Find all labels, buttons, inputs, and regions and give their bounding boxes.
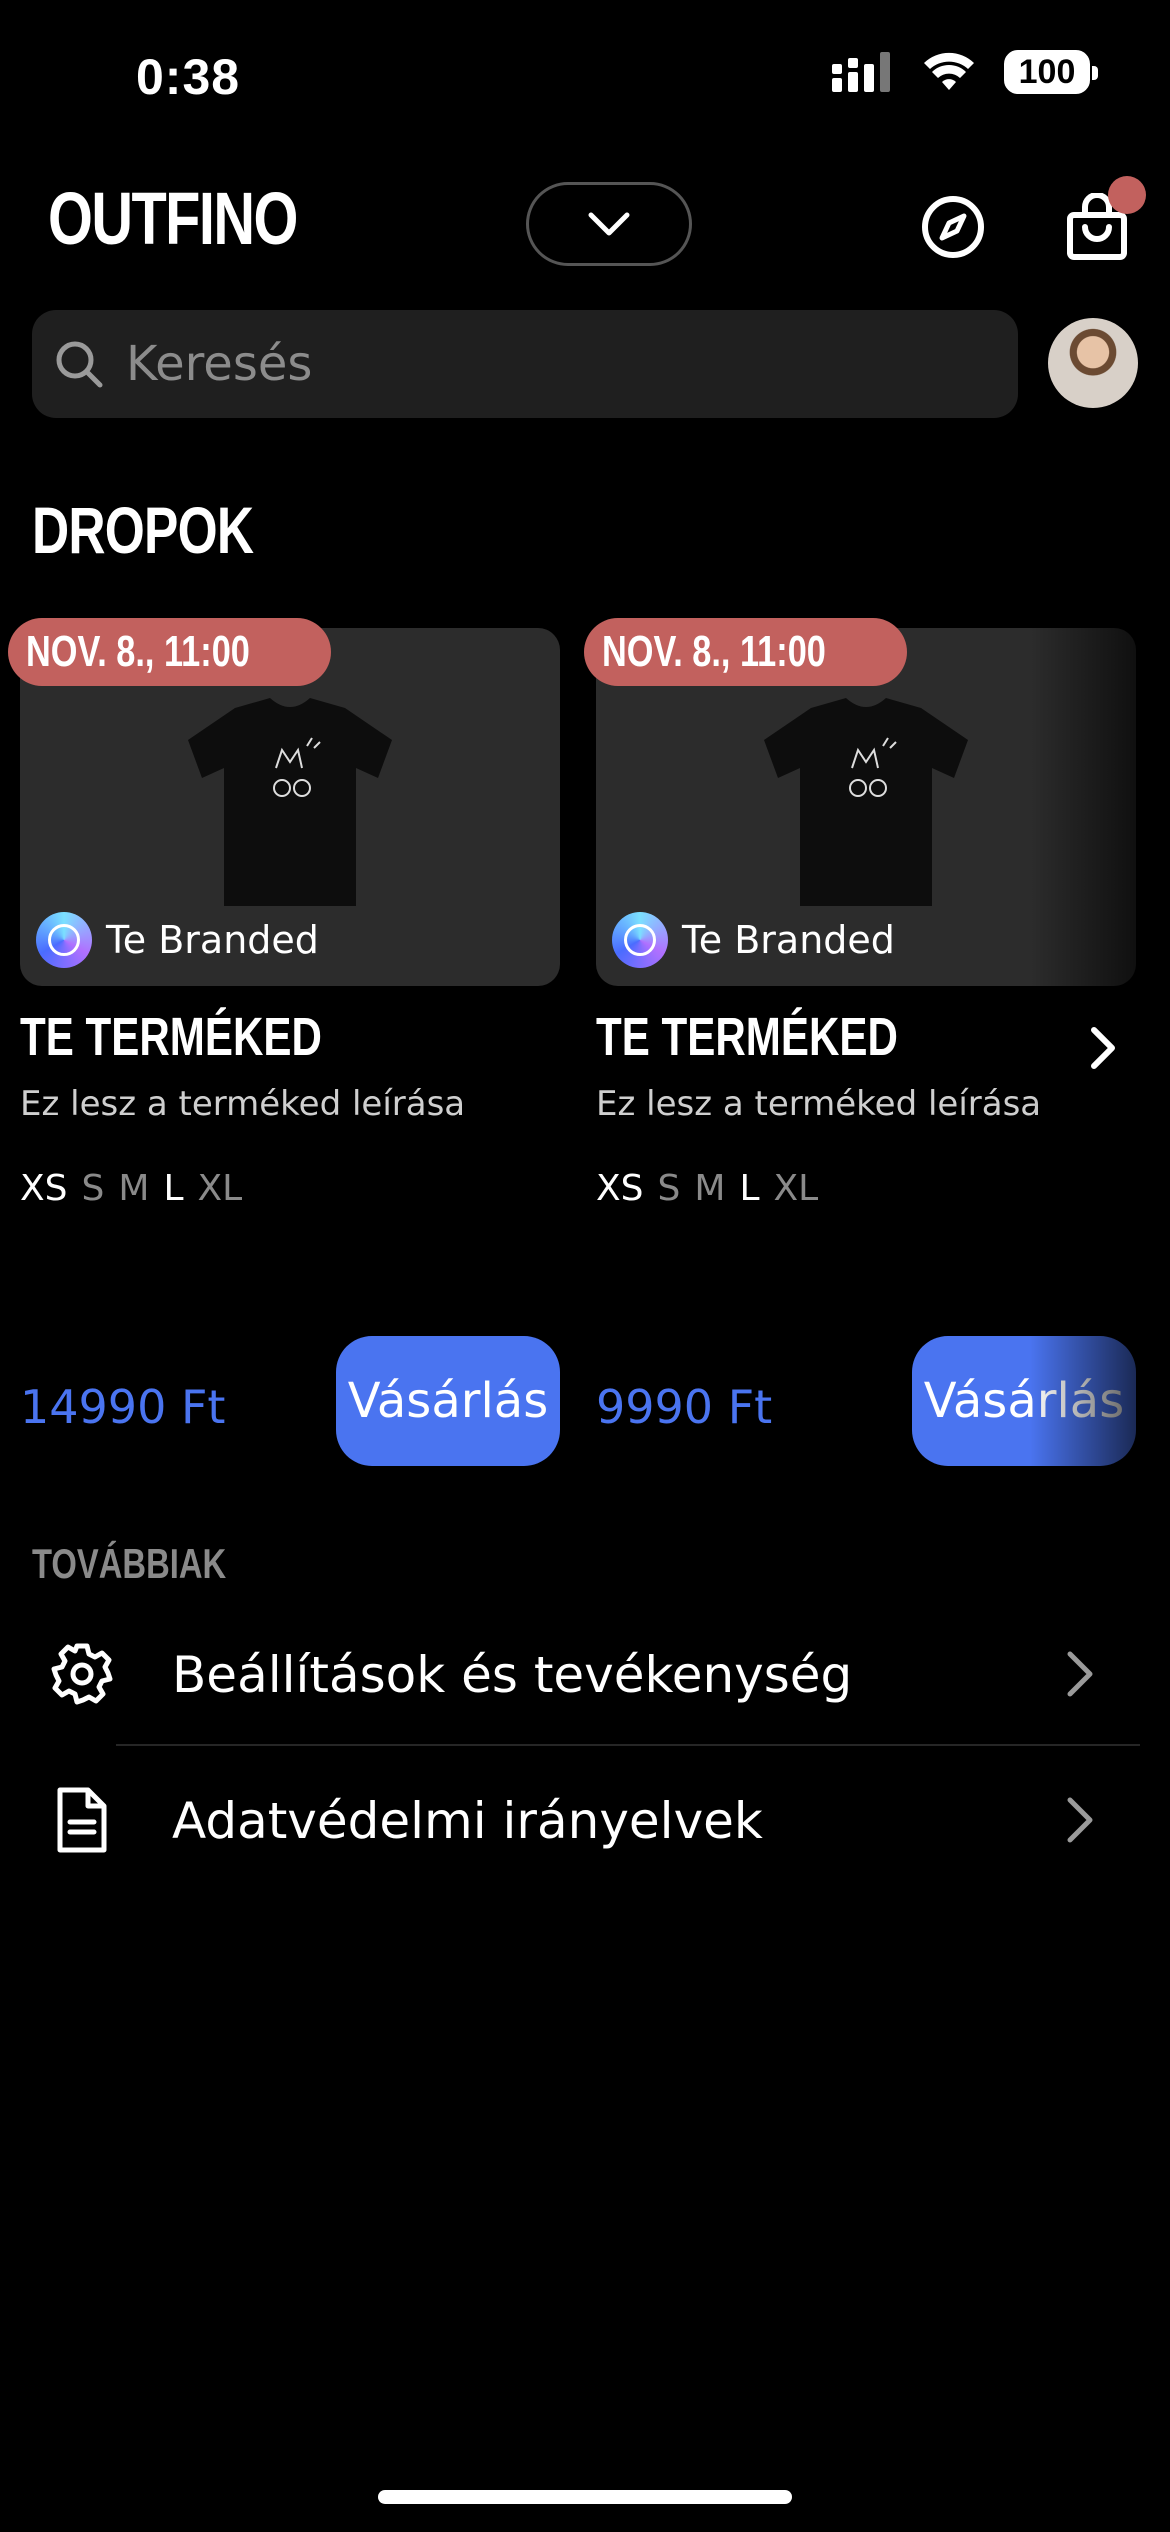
privacy-label: Adatvédelmi irányelvek <box>172 1792 763 1850</box>
chevron-down-icon <box>588 212 630 236</box>
product-price: 14990 Ft <box>20 1380 226 1434</box>
search-input[interactable] <box>124 335 948 393</box>
avatar[interactable] <box>1048 318 1138 408</box>
size-list: XS S M L XL <box>20 1168 242 1209</box>
explore-button[interactable] <box>918 192 988 262</box>
home-indicator[interactable] <box>378 2490 792 2504</box>
size-l: L <box>739 1168 760 1209</box>
size-s: S <box>81 1168 105 1209</box>
size-m: M <box>694 1168 726 1209</box>
size-m: M <box>118 1168 150 1209</box>
settings-row[interactable]: Beállítások és tevékenység <box>0 1604 1170 1744</box>
brand-name: Te Branded <box>106 918 319 962</box>
document-icon <box>57 1787 107 1853</box>
buy-button[interactable]: Vásárlás <box>336 1336 560 1466</box>
brand-row: Te Branded <box>612 912 895 968</box>
compass-icon <box>922 196 984 258</box>
brand-logo-icon <box>612 912 668 968</box>
search-icon <box>56 341 103 388</box>
brand-row: Te Branded <box>36 912 319 968</box>
size-xl: XL <box>773 1168 819 1209</box>
battery-indicator: 100 <box>1004 50 1098 94</box>
carousel-next-icon[interactable] <box>1078 1024 1126 1072</box>
product-title: TE TERMÉKED <box>20 1007 322 1067</box>
size-xs: XS <box>20 1168 68 1209</box>
product-price: 9990 Ft <box>596 1380 773 1434</box>
settings-label: Beállítások és tevékenység <box>172 1646 853 1704</box>
dropdown-button[interactable] <box>526 182 692 266</box>
privacy-row[interactable]: Adatvédelmi irányelvek <box>0 1750 1170 1890</box>
wifi-icon <box>924 52 974 90</box>
more-section-title: TOVÁBBIAK <box>32 1540 227 1587</box>
cellular-signal-icon <box>832 52 890 92</box>
chevron-right-icon <box>1067 1651 1093 1697</box>
buy-button[interactable]: Vásárlás <box>912 1336 1136 1466</box>
brand-logo-icon <box>36 912 92 968</box>
size-l: L <box>163 1168 184 1209</box>
size-list: XS S M L XL <box>596 1168 818 1209</box>
cart-notification-dot <box>1108 176 1146 214</box>
gear-icon <box>51 1643 113 1705</box>
product-title: TE TERMÉKED <box>596 1007 898 1067</box>
drop-date-badge: NOV. 8., 11:00 <box>584 618 908 686</box>
chevron-right-icon <box>1067 1797 1093 1843</box>
product-description: Ez lesz a terméked leírása <box>596 1084 1042 1124</box>
section-title: DROPOK <box>32 493 254 567</box>
divider <box>116 1744 1140 1746</box>
drop-date-badge: NOV. 8., 11:00 <box>8 618 332 686</box>
size-xs: XS <box>596 1168 644 1209</box>
status-time: 0:38 <box>136 49 241 105</box>
app-logo: OUTFINO <box>48 177 298 260</box>
status-icons: 100 <box>832 50 1098 94</box>
product-description: Ez lesz a terméked leírása <box>20 1084 466 1124</box>
search-bar[interactable] <box>32 310 1018 418</box>
brand-name: Te Branded <box>682 918 895 962</box>
size-xl: XL <box>197 1168 243 1209</box>
size-s: S <box>657 1168 681 1209</box>
